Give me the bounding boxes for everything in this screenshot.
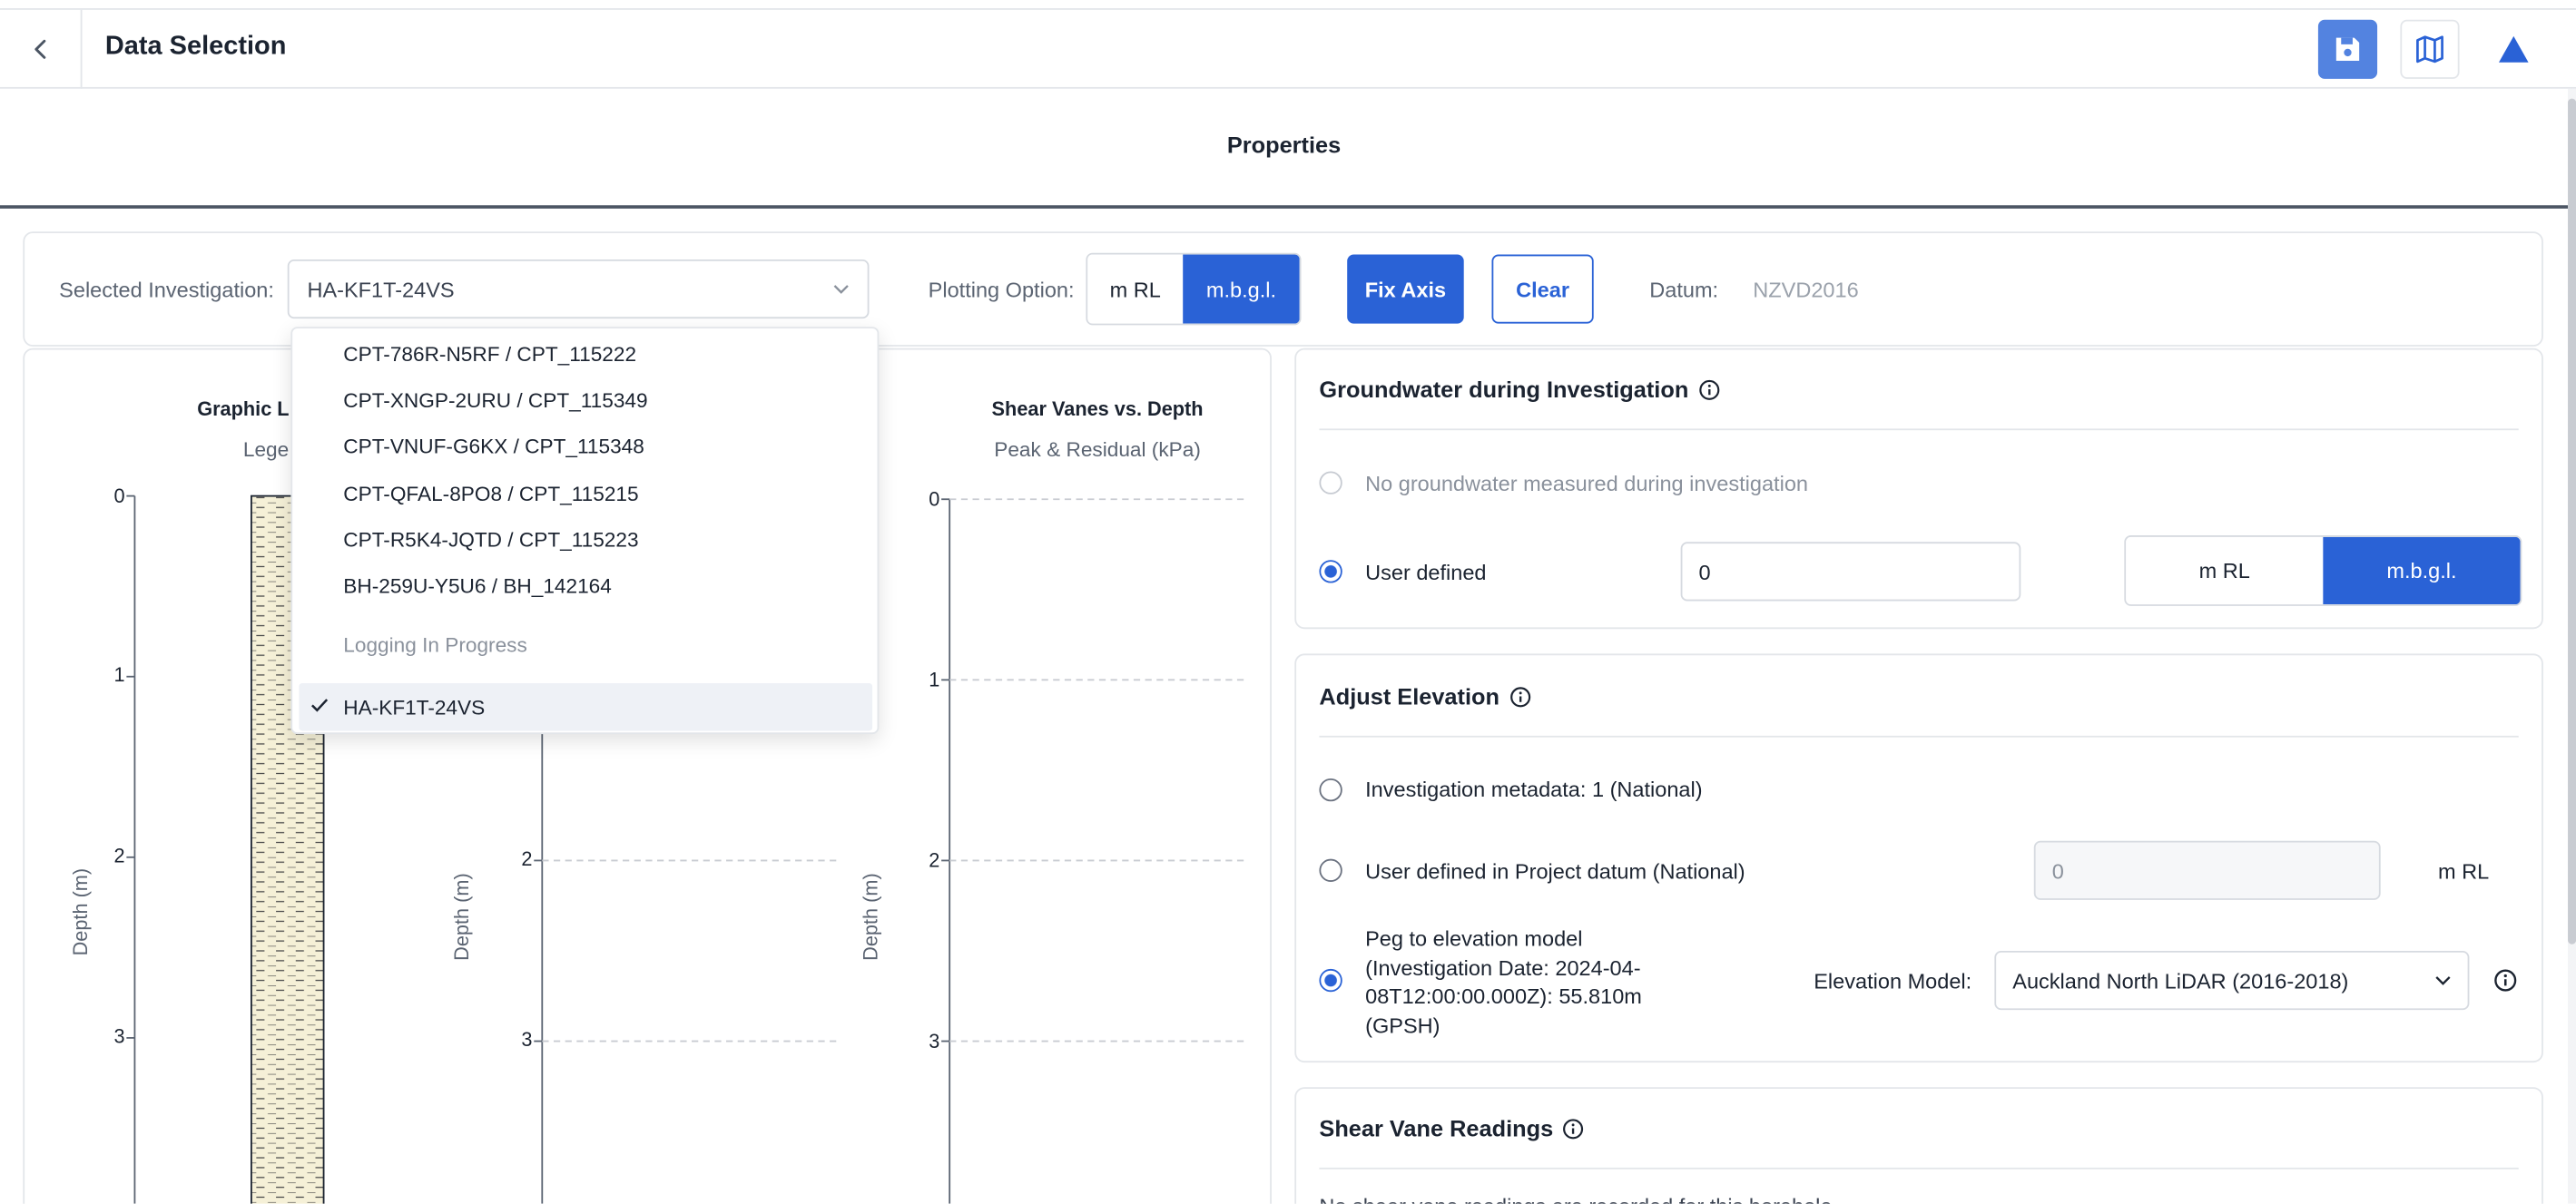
elevation-user-unit: m RL: [2438, 858, 2490, 884]
fix-axis-button[interactable]: Fix Axis: [1347, 254, 1464, 324]
elevation-title: Adjust Elevation: [1319, 683, 1530, 710]
save-button[interactable]: [2317, 19, 2378, 79]
shear-vane-card: [1294, 1087, 2543, 1204]
peg-line-4: (GPSH): [1365, 1012, 1440, 1038]
elevation-user-label: User defined in Project datum (National): [1365, 858, 1745, 884]
groundwater-title-text: Groundwater during Investigation: [1319, 376, 1689, 403]
middle-plot-axis: [534, 730, 841, 1204]
elevation-user-input[interactable]: 0: [2033, 840, 2381, 900]
radio-groundwater-user[interactable]: [1319, 560, 1342, 583]
chevron-down-icon: [2435, 976, 2451, 985]
peg-line-2: (Investigation Date: 2024-04-: [1365, 954, 1641, 980]
radio-elevation-metadata[interactable]: [1319, 778, 1342, 802]
peg-line-3: 08T12:00:00.000Z): 55.810m: [1365, 984, 1642, 1009]
datum-value: NZVD2016: [1753, 277, 1859, 303]
dropdown-item[interactable]: CPT-786R-N5RF / CPT_115222: [292, 332, 877, 378]
groundwater-unit-mrl[interactable]: m RL: [2126, 536, 2324, 605]
graphic-log-axis: [126, 494, 136, 1204]
middle-tick-3: 3: [521, 1028, 533, 1052]
elevation-user-input-value: 0: [2051, 857, 2064, 883]
elevation-model-select[interactable]: Auckland North LiDAR (2016-2018): [1994, 950, 2470, 1011]
dropdown-item[interactable]: CPT-R5K4-JQTD / CPT_115223: [292, 517, 877, 563]
map-icon: [2416, 35, 2443, 64]
dropdown-group-label: Logging In Progress: [343, 633, 527, 657]
dropdown-item[interactable]: CPT-XNGP-2URU / CPT_115349: [292, 377, 877, 424]
scrollbar-thumb[interactable]: [2568, 98, 2576, 945]
shear-vane-message: No shear vane readings are recorded for …: [1319, 1194, 1832, 1204]
groundwater-unit-toggle: m RL m.b.g.l.: [2124, 535, 2522, 606]
datum-label: Datum:: [1649, 277, 1719, 303]
dropdown-item[interactable]: BH-259U-Y5U6 / BH_142164: [292, 563, 877, 610]
radio-no-groundwater[interactable]: [1319, 471, 1342, 494]
shear-vane-divider: [1319, 1167, 2519, 1170]
groundwater-unit-mbgl[interactable]: m.b.g.l.: [2323, 536, 2521, 605]
dropdown-item[interactable]: CPT-QFAL-8PO8 / CPT_115215: [292, 471, 877, 517]
groundwater-input-value: 0: [1698, 559, 1711, 584]
shear-plot-subtitle: Peak & Residual (kPa): [994, 438, 1201, 462]
info-icon[interactable]: [1509, 686, 1531, 708]
middle-tick-2: 2: [521, 847, 533, 871]
elevation-model-value: Auckland North LiDAR (2016-2018): [2012, 967, 2349, 994]
middle-plot-ylabel: Depth (m): [449, 873, 474, 961]
elevation-model-label: Elevation Model:: [1814, 968, 1972, 994]
map-button[interactable]: [2400, 19, 2460, 79]
elevation-title-text: Adjust Elevation: [1319, 682, 1499, 710]
shear-vane-title: Shear Vane Readings: [1319, 1115, 1584, 1141]
groundwater-divider: [1319, 428, 2519, 431]
triangle-icon: [2499, 35, 2529, 63]
clear-button[interactable]: Clear: [1491, 254, 1594, 324]
radio-elevation-user[interactable]: [1319, 858, 1342, 882]
shear-vane-title-text: Shear Vane Readings: [1319, 1114, 1554, 1141]
peg-line-1: Peg to elevation model: [1365, 925, 1583, 951]
elevation-metadata-label: Investigation metadata: 1 (National): [1365, 777, 1703, 802]
investigation-dropdown: CPT-786R-N5RF / CPT_115222 CPT-XNGP-2URU…: [290, 327, 880, 735]
save-icon: [2335, 37, 2360, 61]
info-icon[interactable]: [1563, 1118, 1585, 1140]
dropdown-item[interactable]: CPT-VNUF-G6KX / CPT_115348: [292, 424, 877, 470]
shear-tick-0: 0: [929, 487, 940, 511]
groundwater-input[interactable]: 0: [1680, 542, 2021, 602]
shear-plot-title: Shear Vanes vs. Depth: [991, 397, 1204, 421]
dropdown-selected-label: HA-KF1T-24VS: [343, 695, 486, 719]
elevation-peg-label: Peg to elevation model (Investigation Da…: [1365, 925, 1642, 1040]
elevation-divider: [1319, 735, 2519, 738]
shear-tick-2: 2: [929, 848, 940, 873]
shear-tick-1: 1: [929, 668, 940, 692]
triangle-button[interactable]: [2484, 20, 2543, 79]
groundwater-title: Groundwater during Investigation: [1319, 376, 1719, 402]
shear-plot-ylabel: Depth (m): [859, 873, 882, 961]
shear-plot-axis: [941, 498, 1249, 1204]
groundwater-user-label: User defined: [1365, 560, 1487, 585]
check-icon: [311, 699, 329, 712]
radio-elevation-peg[interactable]: [1319, 968, 1342, 993]
dropdown-item-selected[interactable]: HA-KF1T-24VS: [299, 682, 873, 731]
shear-tick-3: 3: [929, 1029, 940, 1053]
info-icon[interactable]: [1698, 378, 1720, 400]
no-groundwater-label: No groundwater measured during investiga…: [1365, 471, 1808, 496]
info-icon[interactable]: [2494, 969, 2517, 992]
